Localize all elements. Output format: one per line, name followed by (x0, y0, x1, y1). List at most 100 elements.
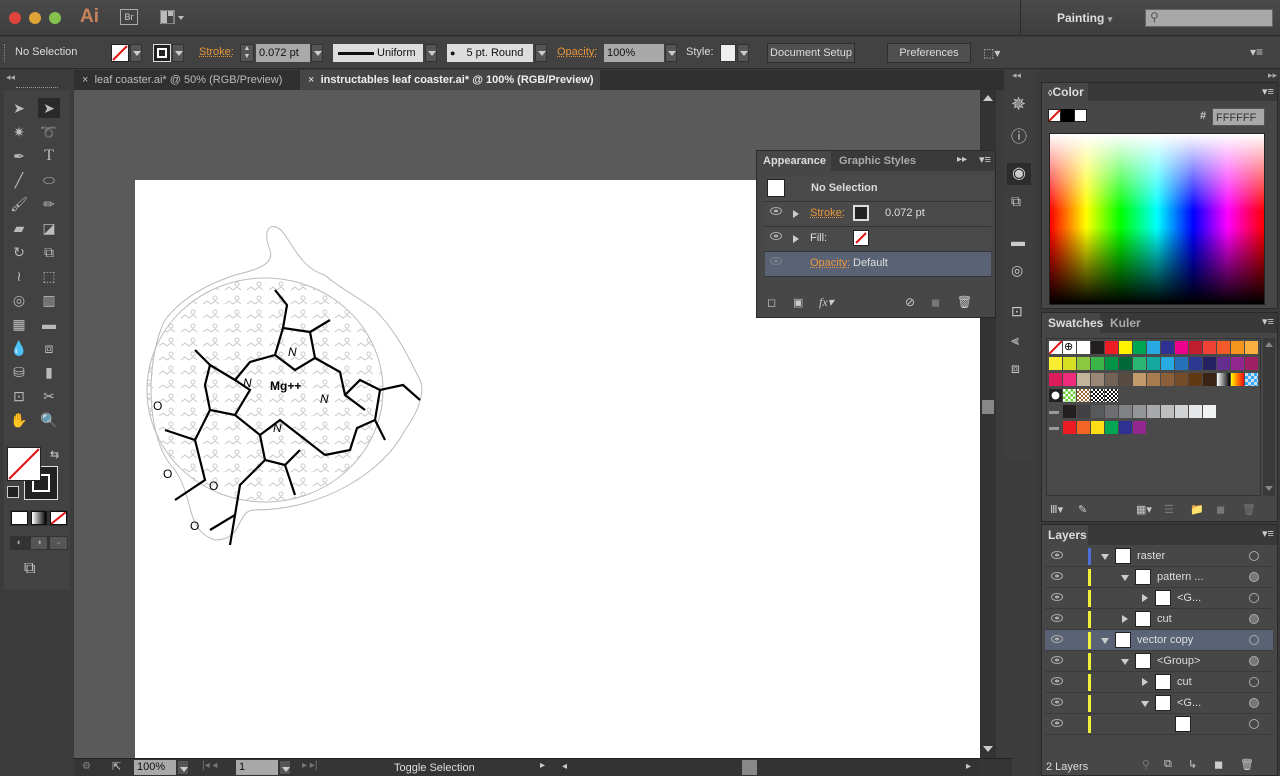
bridge-button[interactable]: Br (120, 9, 138, 25)
swatches-scrollbar[interactable] (1263, 338, 1275, 496)
scroll-up-icon[interactable] (983, 95, 993, 101)
color-mode-icon[interactable] (11, 511, 28, 525)
swatch[interactable] (1119, 405, 1132, 418)
none-swatch[interactable] (1048, 109, 1061, 122)
magic-wand-tool-icon[interactable]: ✷ (8, 122, 30, 142)
opacity-input[interactable]: 100% (604, 44, 664, 62)
collapse-arrow-icon[interactable] (1141, 701, 1149, 707)
swatch[interactable] (1119, 421, 1132, 434)
expand-arrow-icon[interactable] (793, 210, 799, 218)
transform-panel-icon[interactable]: ⧉ (1011, 193, 1021, 210)
swatch[interactable] (1077, 389, 1090, 402)
collapse-dock-icon[interactable]: ◂◂ (1012, 70, 1021, 81)
close-tab-icon[interactable]: × (82, 74, 88, 86)
swatch[interactable] (1091, 357, 1104, 370)
swatch[interactable] (1077, 341, 1090, 354)
column-graph-tool-icon[interactable]: ▮ (38, 362, 60, 382)
close-tab-icon[interactable]: × (308, 74, 314, 86)
free-transform-tool-icon[interactable]: ⬚ (38, 266, 60, 286)
transparency-panel-icon[interactable]: ◎ (1011, 262, 1023, 279)
paintbrush-tool-icon[interactable]: 🖌 (8, 194, 30, 214)
swatch[interactable] (1133, 405, 1146, 418)
swatch[interactable] (1133, 421, 1146, 434)
visibility-eye-icon[interactable] (770, 257, 782, 265)
swatch[interactable] (1147, 405, 1160, 418)
scroll-left-icon[interactable]: ◂ (562, 761, 567, 772)
visibility-eye-icon[interactable] (1051, 719, 1063, 727)
shape-builder-tool-icon[interactable]: ◎ (8, 290, 30, 310)
swatch[interactable] (1189, 341, 1202, 354)
swatch-libraries-icon[interactable]: Ⅲ▾ (1050, 503, 1063, 516)
zoom-window-button[interactable] (49, 12, 61, 24)
screen-mode-icon[interactable]: ⧉ (24, 560, 35, 578)
swatch[interactable] (1063, 405, 1076, 418)
visibility-eye-icon[interactable] (1051, 572, 1063, 580)
artboard-tool-icon[interactable]: ⊡ (8, 386, 30, 406)
first-artboard-icon[interactable]: |◂ ◂ (202, 760, 217, 771)
warp-tool-icon[interactable]: ≀ (8, 266, 30, 286)
isolate-selection-icon[interactable]: ⬚▾ (983, 46, 1000, 60)
swatch[interactable] (1063, 357, 1076, 370)
layer-target-icon[interactable] (1249, 677, 1259, 687)
color-group-folder-icon[interactable]: ▬ (1049, 421, 1062, 434)
gradient-panel-icon[interactable]: ▬ (1011, 233, 1025, 249)
collapse-arrow-icon[interactable] (1121, 659, 1129, 665)
swatch[interactable] (1049, 357, 1062, 370)
panel-menu-icon[interactable]: ▾≡ (1262, 315, 1274, 328)
draw-normal-icon[interactable]: ◐ (11, 537, 28, 549)
layer-row[interactable]: vector copy (1045, 630, 1273, 651)
visibility-eye-icon[interactable] (1051, 698, 1063, 706)
visibility-eye-icon[interactable] (1051, 551, 1063, 559)
layer-target-icon[interactable] (1249, 698, 1259, 708)
panel-menu-icon[interactable]: ▾≡ (1262, 527, 1274, 540)
swatch[interactable] (1231, 357, 1244, 370)
direct-selection-tool-icon[interactable]: ➤ (38, 98, 60, 118)
new-swatch-icon[interactable]: ◼ (1216, 503, 1225, 516)
scroll-right-icon[interactable]: ▸ (966, 761, 971, 772)
eyedropper-tool-icon[interactable]: 💧 (8, 338, 30, 358)
new-color-group-icon[interactable]: 📁 (1190, 503, 1204, 516)
swatch[interactable] (1077, 357, 1090, 370)
swatch[interactable] (1175, 373, 1188, 386)
swatch[interactable] (1077, 405, 1090, 418)
clear-appearance-icon[interactable]: ⊘ (905, 295, 915, 309)
expand-dock-icon[interactable]: ▸▸ (1268, 70, 1277, 81)
zoom-tool-icon[interactable]: 🔍 (38, 410, 60, 430)
opacity-label[interactable]: Opacity: (810, 257, 850, 269)
brush-dropdown[interactable] (535, 44, 547, 62)
tab-appearance[interactable]: Appearance (757, 151, 831, 171)
expand-arrow-icon[interactable] (793, 235, 799, 243)
swatch[interactable] (1147, 373, 1160, 386)
tab-color[interactable]: ◊Color (1042, 83, 1088, 101)
status-menu-icon[interactable]: ▸ (540, 760, 545, 771)
appearance-stroke-row[interactable]: Stroke: 0.072 pt (765, 202, 991, 227)
layer-row[interactable]: cut (1045, 672, 1273, 693)
stroke-swatch[interactable] (853, 205, 869, 221)
expand-arrow-icon[interactable] (1122, 615, 1128, 623)
swatch[interactable] (1063, 373, 1076, 386)
selection-tool-icon[interactable]: ➤ (8, 98, 30, 118)
tab-kuler[interactable]: Kuler (1104, 313, 1141, 333)
expand-arrow-icon[interactable] (1142, 678, 1148, 686)
fill-swatch[interactable] (853, 230, 869, 246)
swatch[interactable] (1091, 389, 1104, 402)
layer-row[interactable]: <Group> (1045, 651, 1273, 672)
swatch[interactable] (1217, 357, 1230, 370)
appearance-opacity-row[interactable]: Opacity: Default (765, 252, 991, 277)
expand-arrow-icon[interactable] (1142, 594, 1148, 602)
blend-tool-icon[interactable]: ⧈ (38, 338, 60, 358)
none-swatch[interactable] (1048, 340, 1063, 355)
swatch[interactable] (1063, 421, 1076, 434)
delete-swatch-icon[interactable]: 🗑 (1242, 503, 1256, 516)
document-setup-button[interactable]: Document Setup (767, 43, 855, 63)
swatch[interactable] (1077, 373, 1090, 386)
swatch[interactable] (1105, 341, 1118, 354)
ellipse-tool-icon[interactable]: ⬭ (38, 170, 60, 190)
swatch[interactable] (1245, 341, 1258, 354)
type-tool-icon[interactable]: T (38, 146, 60, 166)
chlorophyll-artwork[interactable]: N N N N Mg++ O O O O O (135, 210, 435, 550)
swatch[interactable] (1049, 389, 1062, 402)
help-search-input[interactable]: ⚲ (1145, 9, 1273, 27)
rotate-tool-icon[interactable]: ↻ (8, 242, 30, 262)
visibility-eye-icon[interactable] (1051, 656, 1063, 664)
